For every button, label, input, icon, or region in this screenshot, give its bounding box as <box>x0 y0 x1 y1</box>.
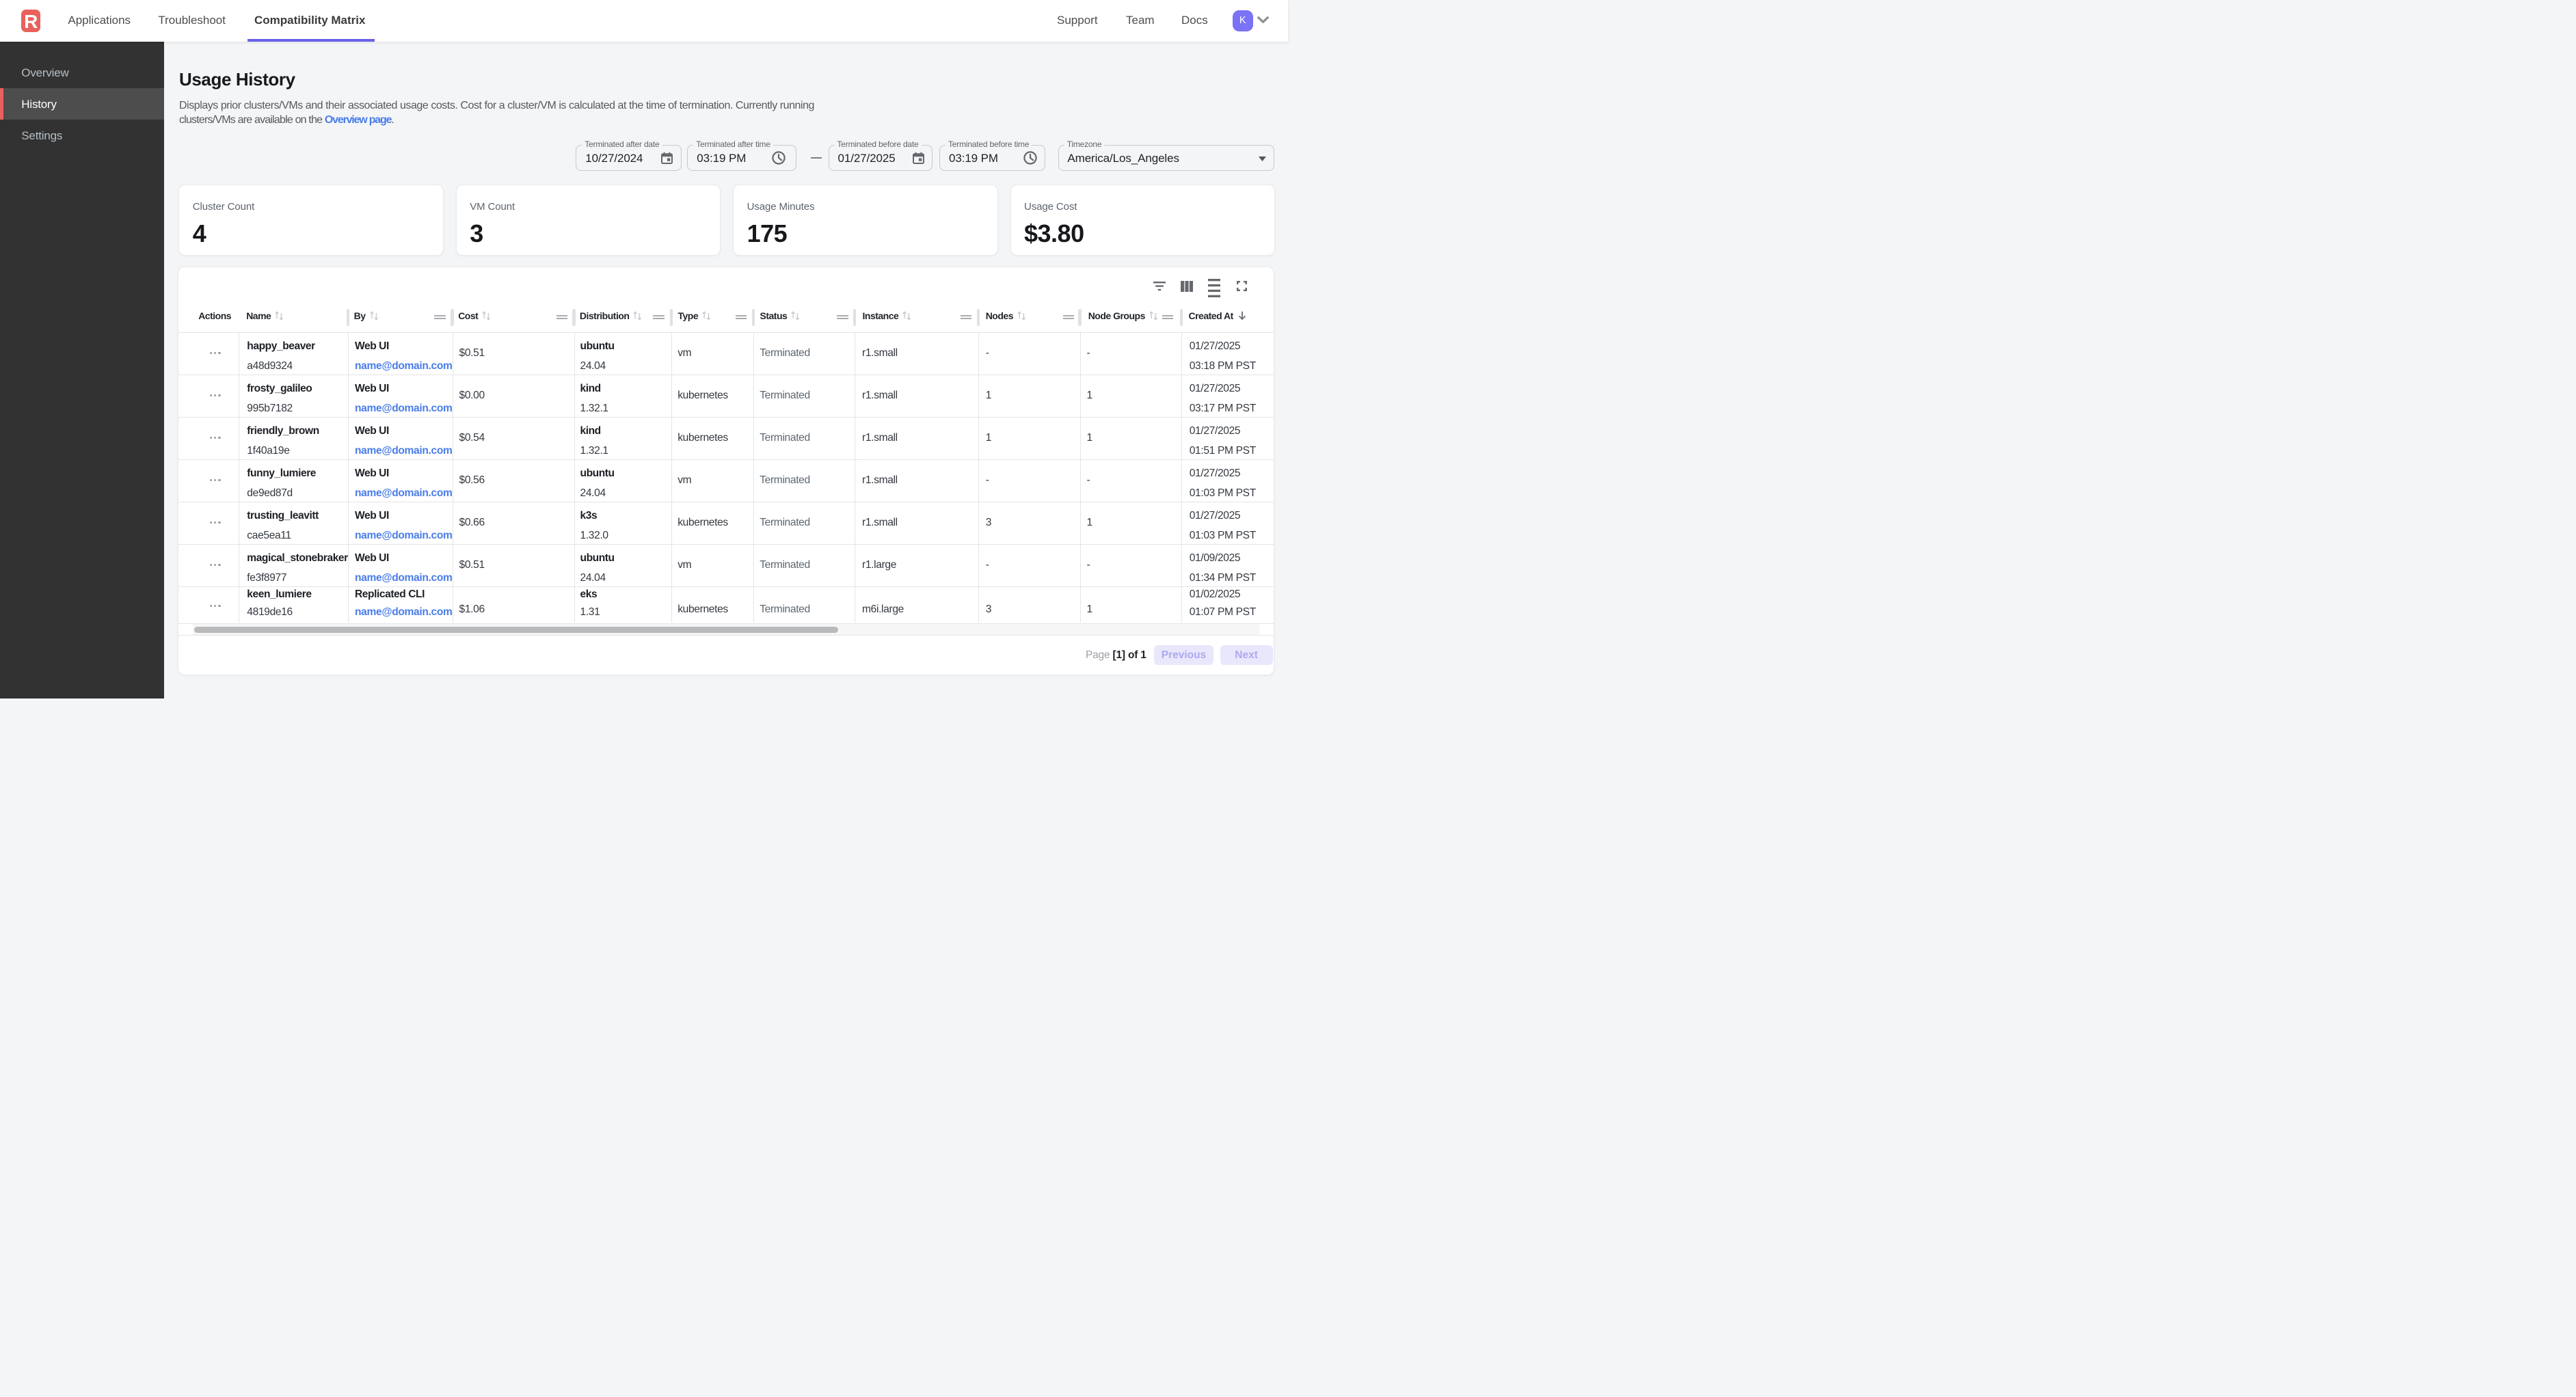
svg-text:R: R <box>24 10 38 31</box>
